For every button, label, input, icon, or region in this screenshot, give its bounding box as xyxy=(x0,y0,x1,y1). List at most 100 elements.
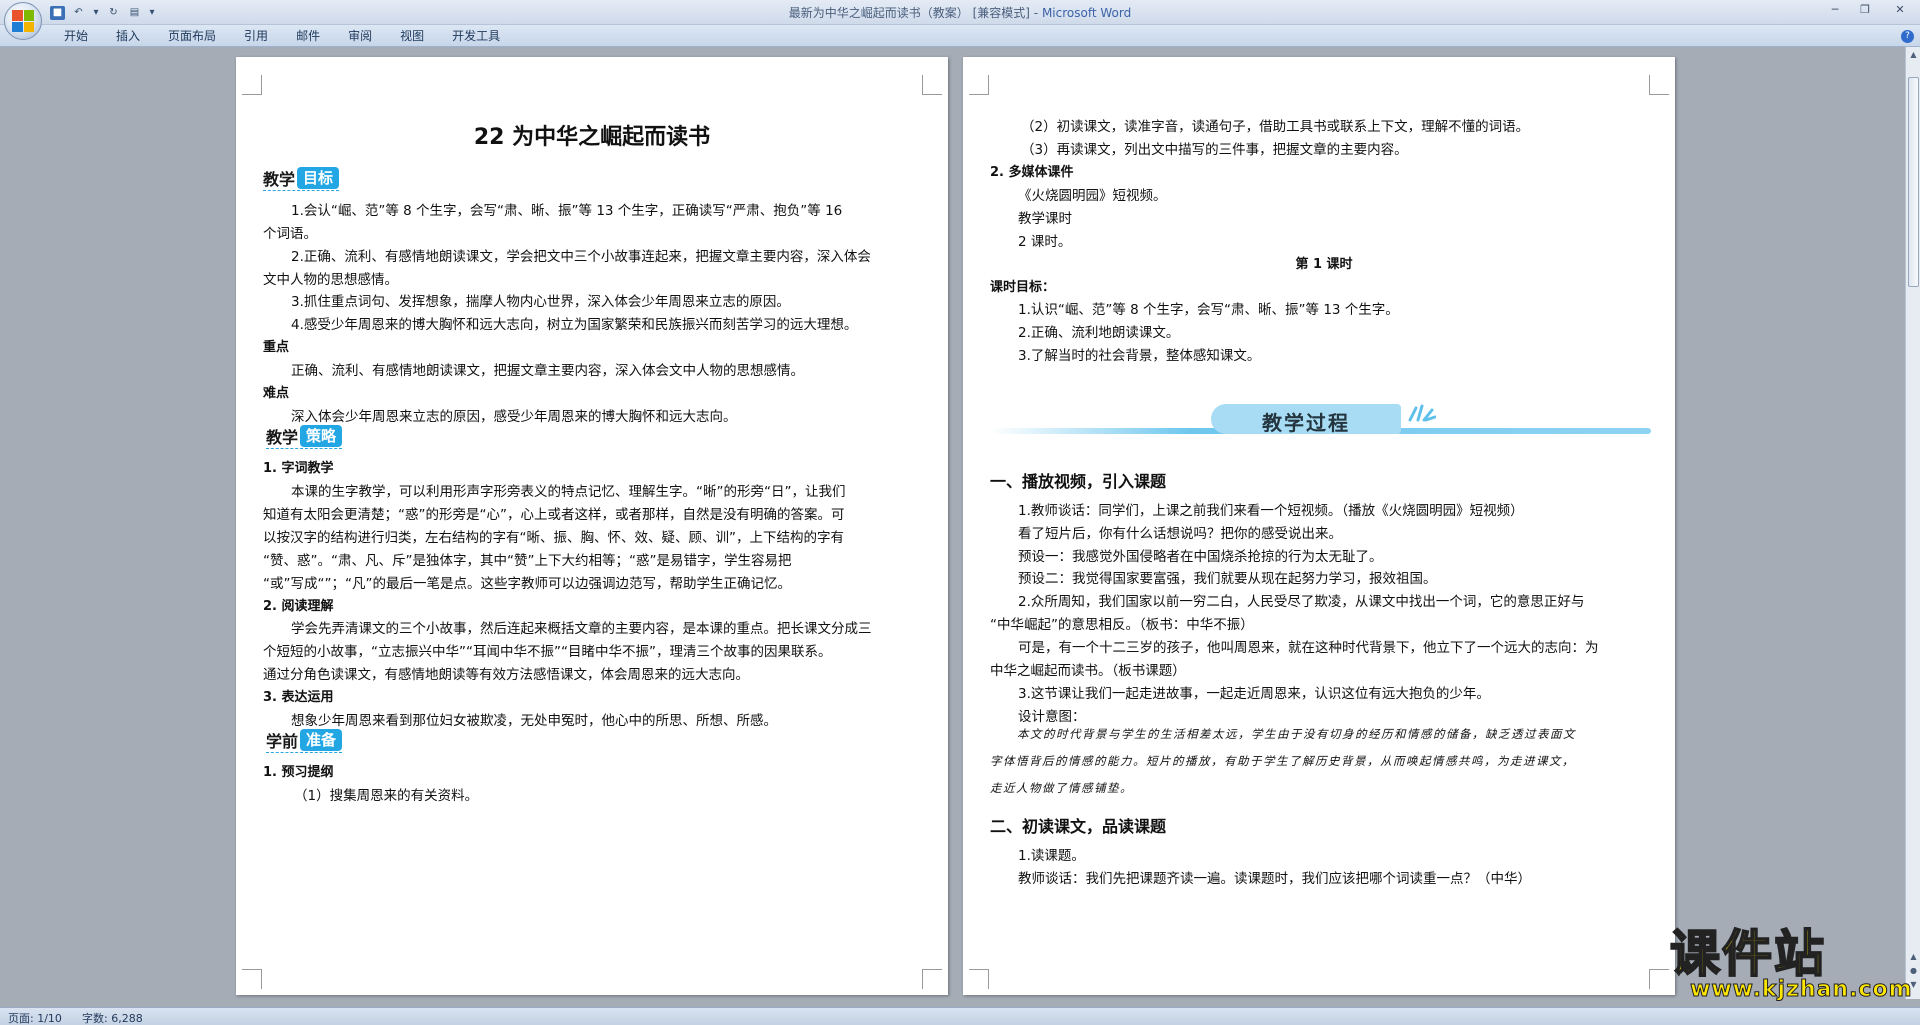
crop-mark xyxy=(969,75,989,95)
text-line: 可是，有一个十二三岁的孩子，他叫周恩来，就在这种时代背景下，他立下了一个远大的志… xyxy=(1018,640,1599,656)
heading-teaching-strategy: 教学 策略 xyxy=(266,423,343,449)
text-line: 个词语。 xyxy=(263,226,317,242)
text-line: 文中人物的思想感情。 xyxy=(263,272,398,288)
office-button[interactable] xyxy=(4,2,42,40)
text-line: 2 课时。 xyxy=(1018,234,1072,250)
text-line: 2.众所周知，我们国家以前一穷二白，人民受尽了欺凌，从课文中找出一个词，它的意思… xyxy=(1018,594,1585,610)
scrollbar-thumb[interactable] xyxy=(1908,77,1919,287)
crop-mark xyxy=(242,75,262,95)
text-line: 中华之崛起而读书。（板书课题） xyxy=(990,663,1186,679)
text-line: 知道有太阳会更清楚；“惑”的形旁是“心”，心上或者这样，或者那样，自然是没有明确… xyxy=(263,507,845,523)
label-lesson-goals: 课时目标： xyxy=(990,280,1056,295)
compat-mode: [兼容模式] - xyxy=(972,6,1039,20)
text-line: 个短短的小故事，“立志振兴中华”“耳闻中华不振”“目睹中华不振”，理清三个故事的… xyxy=(263,644,832,660)
ribbon: 开始 插入 页面布局 引用 邮件 审阅 视图 开发工具 ? xyxy=(0,25,1920,47)
crop-mark xyxy=(242,969,262,989)
text-line: 3.这节课让我们一起走进故事，一起走近周恩来，认识这位有远大抱负的少年。 xyxy=(1018,686,1490,702)
text-line: “中华崛起”的意思相反。（板书：中华不振） xyxy=(990,617,1254,633)
section-heading: 二、初读课文，品读课题 xyxy=(990,817,1167,836)
label-key-point: 重点 xyxy=(263,340,290,355)
select-browse-object-icon[interactable]: ● xyxy=(1908,965,1919,976)
text-line: “赞、惑”。“肃、凡、斥”是独体字，其中“赞”上下大约相等；“惑”是易错字，学生… xyxy=(263,553,792,569)
label-subsection: 1. 字词教学 xyxy=(263,461,334,476)
watermark-name: 课件站 xyxy=(1669,924,1826,984)
help-icon[interactable]: ? xyxy=(1901,30,1914,43)
text-line: 通过分角色读课文，有感情地朗读等有效方法感悟课文，体会周恩来的远大志向。 xyxy=(263,667,749,683)
label-difficulty: 难点 xyxy=(263,386,290,401)
label-subsection: 2. 阅读理解 xyxy=(263,599,334,614)
text-line: 教师谈话：我们先把课题齐读一遍。读课题时，我们应该把哪个词读重一点？（中华） xyxy=(1018,871,1531,887)
text-line: （3）再读课文，列出文中描写的三件事，把握文章的主要内容。 xyxy=(1021,142,1408,158)
text-line: 预设一：我感觉外国侵略者在中国烧杀抢掠的行为太无耻了。 xyxy=(1018,549,1383,565)
section-heading: 一、播放视频，引入课题 xyxy=(990,472,1167,491)
text-line: （2）初读课文，读准字音，读通句子，借助工具书或联系上下文，理解不懂的词语。 xyxy=(1021,119,1530,135)
banner-deco-icon xyxy=(1408,404,1436,422)
text-line: 1.会认“崛、范”等 8 个生字，会写“肃、晰、振”等 13 个生字，正确读写“… xyxy=(291,203,843,219)
text-line: 教学课时 xyxy=(1018,211,1072,227)
office-logo-icon xyxy=(12,10,34,32)
restore-icon[interactable]: ❐ xyxy=(1850,0,1880,22)
watermark-url: www.kjzhan.com xyxy=(1690,977,1913,1003)
text-line: 1.读课题。 xyxy=(1018,848,1085,864)
minimize-icon[interactable]: ─ xyxy=(1820,0,1850,22)
text-line: 《火烧圆明园》短视频。 xyxy=(1018,188,1167,204)
heading-text: 教学 xyxy=(263,169,296,189)
design-note-line: 字体悟背后的情感的能力。短片的播放，有助于学生了解历史背景，从而唤起情感共鸣，为… xyxy=(990,754,1575,768)
document-page-1: 22 为中华之崛起而读书 教学 目标 1.会认“崛、范”等 8 个生字，会写“肃… xyxy=(236,57,948,995)
label-subsection: 2. 多媒体课件 xyxy=(990,165,1074,180)
status-bar: 页面: 1/10 字数: 6,288 xyxy=(0,1007,1920,1025)
crop-mark xyxy=(922,969,942,989)
crop-mark xyxy=(1649,75,1669,95)
heading-pre-class-prep: 学前 准备 xyxy=(266,727,343,753)
vertical-scrollbar[interactable]: ▲ ▲ ● ▼ xyxy=(1905,47,1920,999)
text-line: 预设二：我觉得国家要富强，我们就要从现在起努力学习，报效祖国。 xyxy=(1018,571,1437,587)
prev-page-icon[interactable]: ▲ xyxy=(1908,951,1919,962)
label-subsection: 3. 表达运用 xyxy=(263,690,334,705)
text-line: 2.正确、流利、有感情地朗读课文，学会把文中三个小故事连起来，把握文章主要内容，… xyxy=(291,249,871,265)
teaching-process-banner: 教学过程 xyxy=(991,404,1651,438)
crop-mark xyxy=(1649,969,1669,989)
page-indicator[interactable]: 页面: 1/10 xyxy=(8,1010,62,1025)
heading-text: 学前 xyxy=(266,731,299,751)
design-note-line: 走近人物做了情感铺垫。 xyxy=(990,781,1133,795)
window-title: 最新为中华之崛起而读书（教案） [兼容模式] - Microsoft Word xyxy=(0,4,1920,21)
heading-text: 教学 xyxy=(266,427,299,447)
text-line: “或”写成“”；“凡”的最后一笔是点。这些字教师可以边强调边范写，帮助学生正确记… xyxy=(263,576,791,592)
tab-mailings[interactable]: 邮件 xyxy=(282,28,334,44)
word-count[interactable]: 字数: 6,288 xyxy=(82,1010,143,1025)
scroll-up-icon[interactable]: ▲ xyxy=(1908,49,1919,60)
text-line: 深入体会少年周恩来立志的原因，感受少年周恩来的博大胸怀和远大志向。 xyxy=(291,409,737,425)
tab-page-layout[interactable]: 页面布局 xyxy=(154,28,230,44)
document-page-2: （2）初读课文，读准字音，读通句子，借助工具书或联系上下文，理解不懂的词语。 （… xyxy=(963,57,1675,995)
lesson-title: 第 1 课时 xyxy=(1295,257,1353,272)
heading-teaching-goals: 教学 目标 xyxy=(263,165,340,191)
tab-references[interactable]: 引用 xyxy=(230,28,282,44)
text-line: 3.了解当时的社会背景，整体感知课文。 xyxy=(1018,348,1261,364)
text-line: （1）搜集周恩来的有关资料。 xyxy=(294,788,479,804)
crop-mark xyxy=(969,969,989,989)
text-line: 3.抓住重点词句、发挥想象，揣摩人物内心世界，深入体会少年周恩来立志的原因。 xyxy=(291,294,790,310)
label-subsection: 1. 预习提纲 xyxy=(263,765,334,780)
ribbon-tabs: 开始 插入 页面布局 引用 邮件 审阅 视图 开发工具 xyxy=(50,28,514,44)
tab-review[interactable]: 审阅 xyxy=(334,28,386,44)
design-note-line: 本文的时代背景与学生的生活相差太远，学生由于没有切身的经历和情感的储备，缺乏透过… xyxy=(1017,727,1576,741)
tab-insert[interactable]: 插入 xyxy=(102,28,154,44)
text-line: 本课的生字教学，可以利用形声字形旁表义的特点记忆、理解生字。“晰”的形旁“日”，… xyxy=(291,484,846,500)
text-line: 想象少年周恩来看到那位妇女被欺凌，无处申冤时，他心中的所思、所想、所感。 xyxy=(291,713,777,729)
tab-home[interactable]: 开始 xyxy=(50,28,102,44)
text-line: 1.认识“崛、范”等 8 个生字，会写“肃、晰、振”等 13 个生字。 xyxy=(1018,302,1399,318)
close-icon[interactable]: ✕ xyxy=(1880,0,1920,22)
tab-view[interactable]: 视图 xyxy=(386,28,438,44)
document-title: 22 为中华之崛起而读书 xyxy=(473,125,711,150)
heading-tag: 策略 xyxy=(300,424,343,447)
watermark: 课件站 www.kjzhan.com xyxy=(1669,924,1912,1005)
text-line: 2.正确、流利地朗读课文。 xyxy=(1018,325,1180,341)
banner-text: 教学过程 xyxy=(1262,411,1350,435)
text-line: 看了短片后，你有什么话想说吗？把你的感受说出来。 xyxy=(1018,526,1342,542)
text-line: 4.感受少年周恩来的博大胸怀和远大志向，树立为国家繁荣和民族振兴而刻苦学习的远大… xyxy=(291,317,858,333)
heading-tag: 准备 xyxy=(300,728,343,751)
text-line: 正确、流利、有感情地朗读课文，把握文章主要内容，深入体会文中人物的思想感情。 xyxy=(291,363,804,379)
window-controls: ─ ❐ ✕ xyxy=(1820,0,1920,22)
title-bar: ■ ↶ ▾ ↻ ▤ ▾ 最新为中华之崛起而读书（教案） [兼容模式] - Mic… xyxy=(0,0,1920,25)
tab-developer[interactable]: 开发工具 xyxy=(438,28,514,44)
